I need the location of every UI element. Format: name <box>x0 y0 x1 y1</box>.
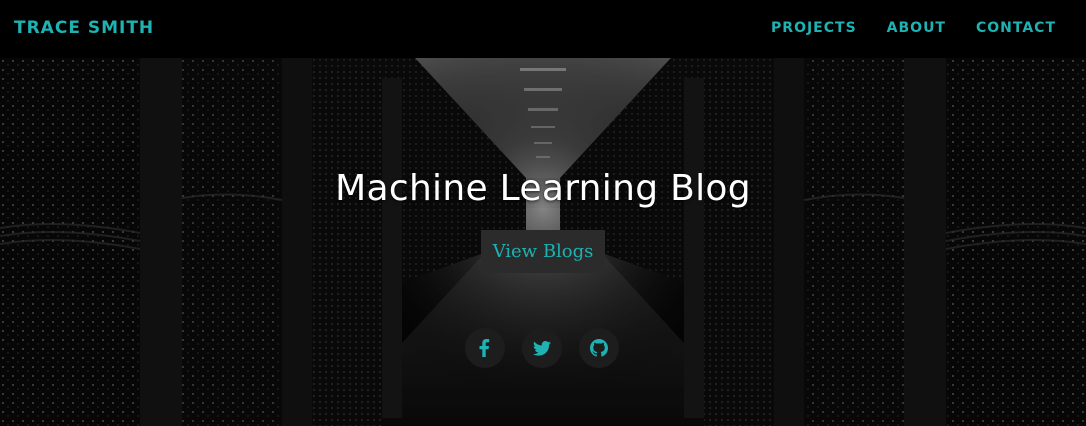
hero-section: Machine Learning Blog View Blogs <box>0 58 1086 426</box>
nav-link-projects[interactable]: PROJECTS <box>771 20 857 36</box>
twitter-link[interactable] <box>522 328 562 368</box>
navbar: TRACE SMITH PROJECTS ABOUT CONTACT <box>0 0 1086 58</box>
github-icon <box>590 339 608 357</box>
nav-links: PROJECTS ABOUT CONTACT <box>771 20 1056 36</box>
nav-link-contact[interactable]: CONTACT <box>976 20 1056 36</box>
nav-link-about[interactable]: ABOUT <box>887 20 946 36</box>
brand-link[interactable]: TRACE SMITH <box>14 18 154 38</box>
facebook-icon <box>479 339 490 357</box>
twitter-icon <box>533 340 551 356</box>
hero-title: Machine Learning Blog <box>335 168 751 209</box>
facebook-link[interactable] <box>465 328 505 368</box>
social-links <box>465 328 619 368</box>
github-link[interactable] <box>579 328 619 368</box>
view-blogs-button[interactable]: View Blogs <box>481 230 605 273</box>
